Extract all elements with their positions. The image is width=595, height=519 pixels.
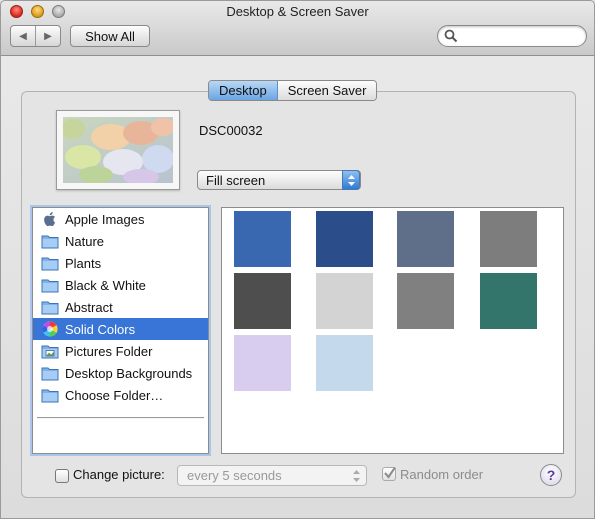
back-forward-control: ◀ ▶ [10,25,61,47]
tab-screen-saver[interactable]: Screen Saver [277,81,377,100]
folder-icon [41,257,59,271]
preferences-window: Desktop & Screen Saver ◀ ▶ Show All Desk… [0,0,595,519]
source-item-desktop-backgrounds[interactable]: Desktop Backgrounds [33,362,208,384]
source-item-apple-images[interactable]: Apple Images [33,208,208,230]
tab-bar: Desktop Screen Saver [208,80,378,101]
source-item-choose-folder[interactable]: Choose Folder… [33,384,208,406]
source-item-label: Black & White [65,277,146,293]
change-picture-checkbox[interactable] [55,469,69,483]
source-item-label: Choose Folder… [65,387,164,403]
scaling-popup[interactable]: Fill screen [197,170,361,190]
color-swatch[interactable] [316,273,373,329]
checkmark-icon [384,466,396,479]
popup-arrows-icon [342,170,360,190]
color-swatch[interactable] [234,211,291,267]
back-button[interactable]: ◀ [11,26,35,46]
source-item-label: Nature [65,233,105,249]
show-all-button[interactable]: Show All [70,25,150,47]
color-swatch[interactable] [234,273,291,329]
folder-icon [41,367,59,381]
random-order-label: Random order [400,467,484,482]
color-swatch[interactable] [397,273,454,329]
color-swatch[interactable] [234,335,291,391]
source-item-label: Desktop Backgrounds [65,365,193,381]
folder-icon [41,389,59,403]
source-item-label: Pictures Folder [65,343,153,359]
image-name: DSC00032 [199,123,263,138]
folder-icon [41,301,59,315]
pictures-folder-icon [41,345,59,359]
tab-desktop[interactable]: Desktop [209,81,278,100]
help-button[interactable]: ? [540,464,562,486]
apple-icon [44,212,55,227]
popup-arrows-icon [353,470,360,482]
folder-icon [41,279,59,293]
color-swatch[interactable] [480,273,537,329]
source-item-abstract[interactable]: Abstract [33,296,208,318]
interval-popup[interactable]: every 5 seconds [177,465,367,486]
color-swatch[interactable] [480,211,537,267]
change-picture-label: Change picture: [73,467,165,482]
source-item-nature[interactable]: Nature [33,230,208,252]
image-source-list[interactable]: Apple Images Nature Plants Black & White… [32,207,209,454]
interval-popup-value: every 5 seconds [187,468,282,483]
source-item-black-white[interactable]: Black & White [33,274,208,296]
color-swatch-grid [221,207,564,454]
source-item-label: Abstract [65,299,113,315]
scaling-popup-value: Fill screen [206,173,266,188]
folder-icon [41,235,59,249]
source-item-label: Apple Images [65,211,145,227]
magnifier-icon [444,29,458,43]
source-item-pictures-folder[interactable]: Pictures Folder [33,340,208,362]
source-item-label: Solid Colors [65,321,136,337]
color-swatch[interactable] [316,211,373,267]
random-order-checkbox[interactable] [382,466,396,481]
source-item-plants[interactable]: Plants [33,252,208,274]
desktop-preview-frame [56,110,180,190]
source-item-solid-colors[interactable]: Solid Colors [33,318,208,340]
title-bar: Desktop & Screen Saver ◀ ▶ Show All [1,1,594,56]
color-swatch[interactable] [316,335,373,391]
source-list-divider [37,417,204,419]
color-wheel-icon [42,321,58,337]
forward-button[interactable]: ▶ [35,26,60,46]
source-item-label: Plants [65,255,102,271]
window-title: Desktop & Screen Saver [226,4,369,19]
search-field[interactable] [437,25,587,47]
desktop-preview-image [61,117,175,185]
color-swatch[interactable] [397,211,454,267]
